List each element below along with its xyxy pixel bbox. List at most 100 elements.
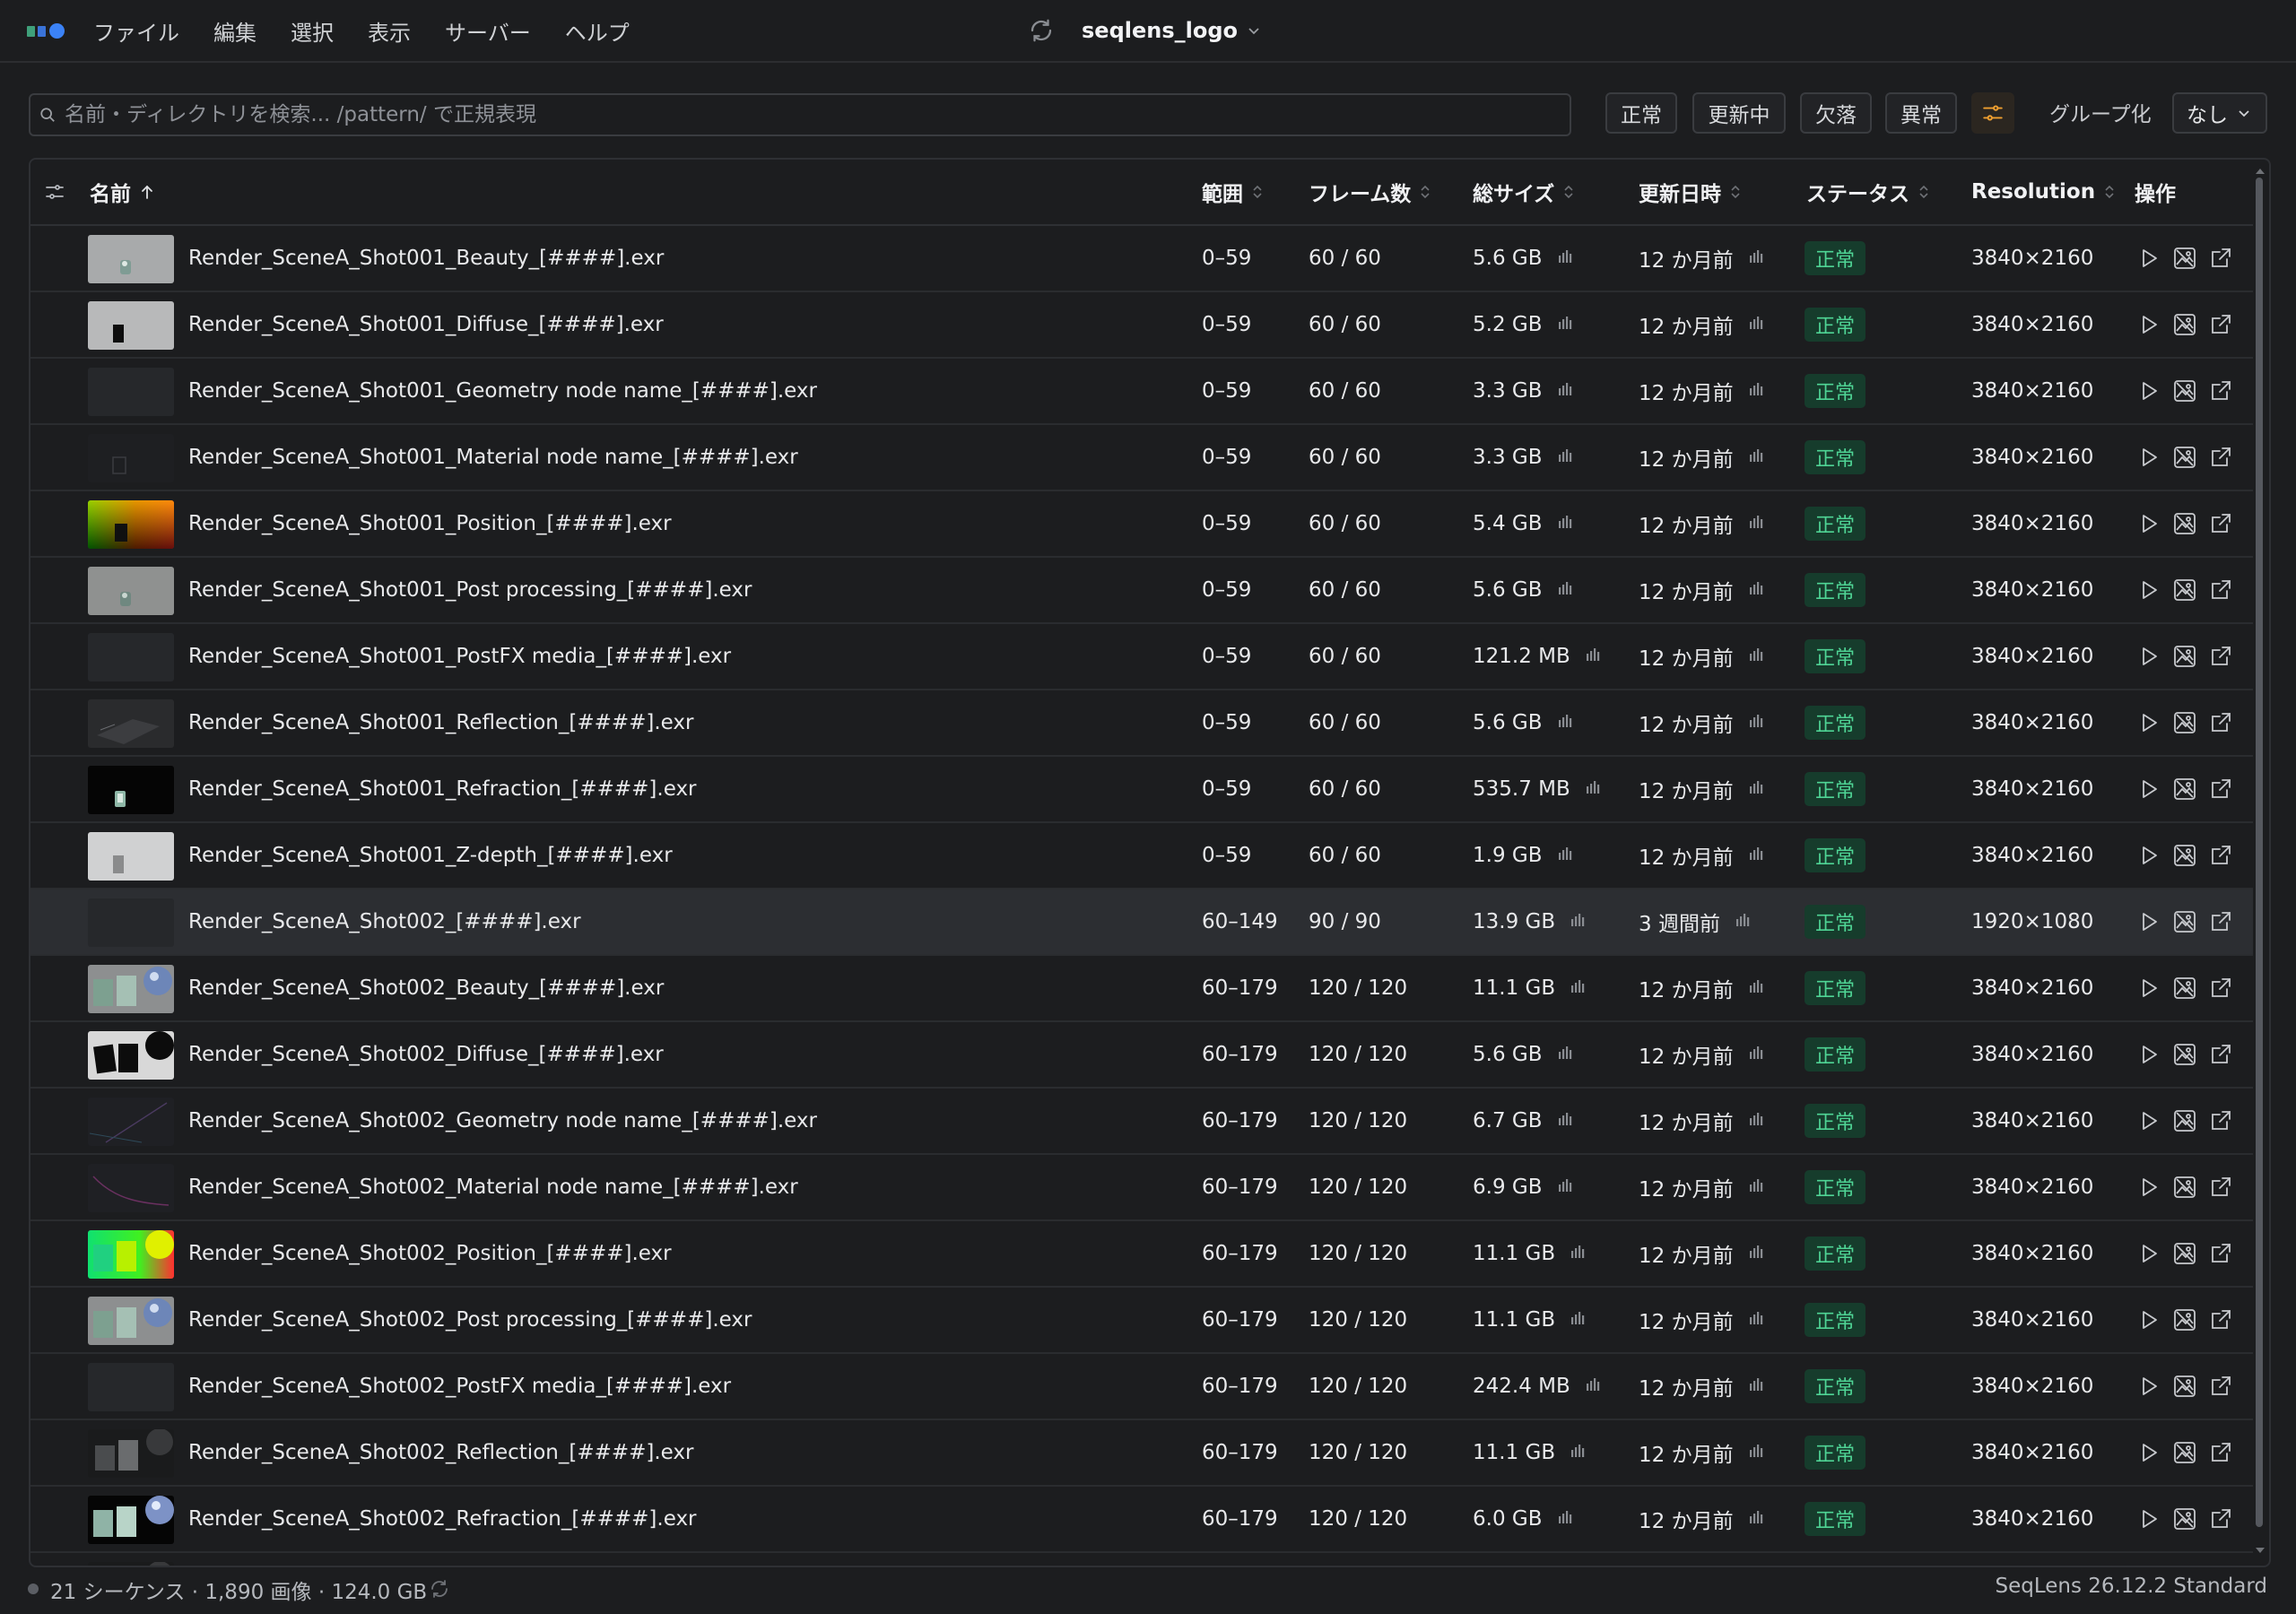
menu-select[interactable]: 選択 <box>291 15 334 47</box>
bar-chart-icon[interactable] <box>1748 1375 1766 1398</box>
project-title[interactable]: seqlens_logo <box>1082 18 1238 43</box>
bar-chart-icon[interactable] <box>1748 645 1766 668</box>
open-external-icon[interactable] <box>2208 710 2233 735</box>
image-compare-icon[interactable] <box>2172 312 2197 337</box>
open-external-icon[interactable] <box>2208 909 2233 934</box>
table-row[interactable]: Render_SceneA_Shot002_Diffuse_[####].exr… <box>30 1022 2253 1089</box>
image-compare-icon[interactable] <box>2172 644 2197 669</box>
bar-chart-icon[interactable] <box>1748 777 1766 801</box>
image-compare-icon[interactable] <box>2172 1374 2197 1399</box>
play-icon[interactable] <box>2136 1241 2161 1266</box>
bar-chart-icon[interactable] <box>1748 844 1766 867</box>
bar-chart-icon[interactable] <box>1735 910 1752 933</box>
bar-chart-icon[interactable] <box>1748 1176 1766 1199</box>
column-settings-icon[interactable] <box>43 181 66 203</box>
filter-error-button[interactable]: 異常 <box>1885 92 1957 134</box>
open-external-icon[interactable] <box>2208 312 2233 337</box>
menu-file[interactable]: ファイル <box>93 15 179 47</box>
play-icon[interactable] <box>2136 577 2161 603</box>
table-row[interactable]: Render_SceneA_Shot001_Material node name… <box>30 425 2253 491</box>
group-by-select[interactable]: なし <box>2172 92 2267 134</box>
open-external-icon[interactable] <box>2208 1241 2233 1266</box>
open-external-icon[interactable] <box>2208 1374 2233 1399</box>
image-compare-icon[interactable] <box>2172 843 2197 868</box>
table-row[interactable]: Render_SceneA_Shot002_PostFX media_[####… <box>30 1354 2253 1420</box>
image-compare-icon[interactable] <box>2172 1440 2197 1465</box>
open-external-icon[interactable] <box>2208 378 2233 404</box>
table-row[interactable]: Render_SceneA_Shot002_Position_[####].ex… <box>30 1221 2253 1288</box>
play-icon[interactable] <box>2136 378 2161 404</box>
table-row[interactable]: Render_SceneA_Shot002_Beauty_[####].exr … <box>30 956 2253 1022</box>
bar-chart-icon[interactable] <box>1557 578 1575 602</box>
filter-missing-button[interactable]: 欠落 <box>1800 92 1872 134</box>
play-icon[interactable] <box>2136 1506 2161 1532</box>
bar-chart-icon[interactable] <box>1557 512 1575 535</box>
bar-chart-icon[interactable] <box>1748 976 1766 1000</box>
bar-chart-icon[interactable] <box>1748 247 1766 270</box>
image-compare-icon[interactable] <box>2172 445 2197 470</box>
filter-updating-button[interactable]: 更新中 <box>1692 92 1786 134</box>
open-external-icon[interactable] <box>2208 1307 2233 1332</box>
column-range[interactable]: 範囲 <box>1202 160 1263 224</box>
bar-chart-icon[interactable] <box>1748 446 1766 469</box>
bar-chart-icon[interactable] <box>1748 1507 1766 1531</box>
image-compare-icon[interactable] <box>2172 378 2197 404</box>
image-compare-icon[interactable] <box>2172 710 2197 735</box>
play-icon[interactable] <box>2136 246 2161 271</box>
table-row[interactable]: Render_SceneA_Shot002_Geometry node name… <box>30 1089 2253 1155</box>
play-icon[interactable] <box>2136 909 2161 934</box>
table-row[interactable]: Render_SceneA_Shot002_Material node name… <box>30 1155 2253 1221</box>
open-external-icon[interactable] <box>2208 246 2233 271</box>
bar-chart-icon[interactable] <box>1748 1441 1766 1464</box>
bar-chart-icon[interactable] <box>1748 313 1766 336</box>
open-external-icon[interactable] <box>2208 1042 2233 1067</box>
menu-view[interactable]: 表示 <box>368 15 411 47</box>
column-status[interactable]: ステータス <box>1806 160 1929 224</box>
image-compare-icon[interactable] <box>2172 1506 2197 1532</box>
bar-chart-icon[interactable] <box>1557 313 1575 336</box>
play-icon[interactable] <box>2136 1440 2161 1465</box>
bar-chart-icon[interactable] <box>1557 711 1575 734</box>
image-compare-icon[interactable] <box>2172 1241 2197 1266</box>
filter-ok-button[interactable]: 正常 <box>1605 92 1677 134</box>
bar-chart-icon[interactable] <box>1570 910 1587 933</box>
image-compare-icon[interactable] <box>2172 1175 2197 1200</box>
table-row[interactable]: Render_SceneA_Shot001_Refraction_[####].… <box>30 757 2253 823</box>
play-icon[interactable] <box>2136 312 2161 337</box>
column-updated[interactable]: 更新日時 <box>1639 160 1741 224</box>
bar-chart-icon[interactable] <box>1557 1176 1575 1199</box>
open-external-icon[interactable] <box>2208 511 2233 536</box>
table-row[interactable]: Render_SceneA_Shot002_Refraction_[####].… <box>30 1487 2253 1553</box>
bar-chart-icon[interactable] <box>1557 446 1575 469</box>
image-compare-icon[interactable] <box>2172 909 2197 934</box>
bar-chart-icon[interactable] <box>1748 711 1766 734</box>
play-icon[interactable] <box>2136 1042 2161 1067</box>
scroll-down-icon[interactable] <box>2255 1546 2266 1555</box>
table-row[interactable]: Render_SceneA_Shot001_Diffuse_[####].exr… <box>30 292 2253 359</box>
table-row[interactable] <box>30 1553 2253 1566</box>
open-external-icon[interactable] <box>2208 1506 2233 1532</box>
table-row[interactable]: Render_SceneA_Shot001_Post processing_[#… <box>30 558 2253 624</box>
image-compare-icon[interactable] <box>2172 777 2197 802</box>
table-row[interactable]: Render_SceneA_Shot001_Position_[####].ex… <box>30 491 2253 558</box>
bar-chart-icon[interactable] <box>1570 1242 1587 1265</box>
table-row[interactable]: Render_SceneA_Shot001_Z-depth_[####].exr… <box>30 823 2253 889</box>
table-row[interactable]: Render_SceneA_Shot001_Geometry node name… <box>30 359 2253 425</box>
image-compare-icon[interactable] <box>2172 1108 2197 1133</box>
open-external-icon[interactable] <box>2208 1108 2233 1133</box>
play-icon[interactable] <box>2136 1374 2161 1399</box>
bar-chart-icon[interactable] <box>1585 777 1603 801</box>
play-icon[interactable] <box>2136 644 2161 669</box>
table-row[interactable]: Render_SceneA_Shot001_Reflection_[####].… <box>30 690 2253 757</box>
bar-chart-icon[interactable] <box>1748 1043 1766 1066</box>
table-row[interactable]: Render_SceneA_Shot002_[####].exr 60–149 … <box>30 889 2253 956</box>
play-icon[interactable] <box>2136 511 2161 536</box>
bar-chart-icon[interactable] <box>1557 379 1575 403</box>
bar-chart-icon[interactable] <box>1748 578 1766 602</box>
search-box[interactable] <box>29 93 1571 136</box>
play-icon[interactable] <box>2136 1108 2161 1133</box>
bar-chart-icon[interactable] <box>1557 1109 1575 1132</box>
table-row[interactable]: Render_SceneA_Shot001_PostFX media_[####… <box>30 624 2253 690</box>
bar-chart-icon[interactable] <box>1557 1043 1575 1066</box>
table-row[interactable]: Render_SceneA_Shot001_Beauty_[####].exr … <box>30 226 2253 292</box>
